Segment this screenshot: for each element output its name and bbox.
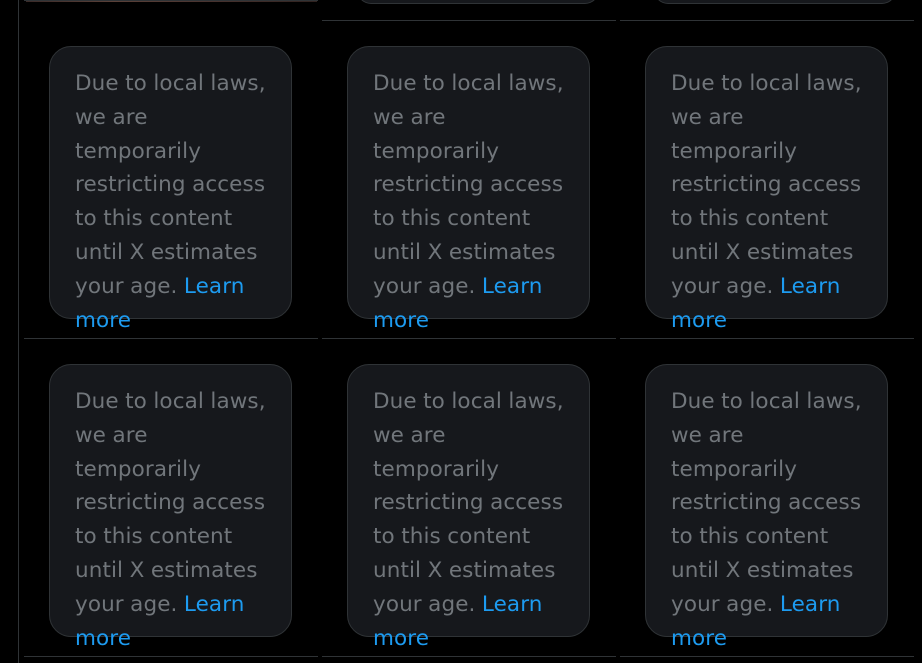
notice-message: Due to local laws, we are temporarily re… — [671, 71, 862, 299]
row-divider — [322, 656, 616, 657]
grid-cell: Due to local laws, we are temporarily re… — [322, 20, 619, 338]
grid-cell: Due to local laws, we are temporarily re… — [24, 20, 321, 338]
notice-message: Due to local laws, we are temporarily re… — [75, 71, 266, 299]
grid-cell: Due to local laws, we are temporarily re… — [322, 338, 619, 656]
age-restriction-notice: Due to local laws, we are temporarily re… — [49, 364, 292, 651]
row-divider — [24, 656, 318, 657]
notice-message: Due to local laws, we are temporarily re… — [373, 71, 564, 299]
restricted-card-partial — [357, 0, 599, 4]
age-restriction-notice: Due to local laws, we are temporarily re… — [645, 46, 888, 333]
media-grid-view: Due to local laws, we are temporarily re… — [0, 0, 922, 663]
grid-cell: Due to local laws, we are temporarily re… — [620, 338, 917, 656]
notice-message: Due to local laws, we are temporarily re… — [671, 389, 862, 617]
age-restriction-notice: Due to local laws, we are temporarily re… — [645, 364, 888, 651]
grid-cell: Due to local laws, we are temporarily re… — [24, 338, 321, 656]
age-restriction-notice: Due to local laws, we are temporarily re… — [347, 46, 590, 333]
media-grid: Due to local laws, we are temporarily re… — [24, 0, 914, 663]
age-restriction-notice: Due to local laws, we are temporarily re… — [49, 46, 292, 333]
row-divider — [24, 0, 318, 1]
column-divider — [18, 0, 19, 663]
notice-message: Due to local laws, we are temporarily re… — [75, 389, 266, 617]
grid-cell: Due to local laws, we are temporarily re… — [620, 20, 917, 338]
restricted-card-partial — [654, 0, 896, 4]
notice-message: Due to local laws, we are temporarily re… — [373, 389, 564, 617]
row-divider — [620, 656, 914, 657]
age-restriction-notice: Due to local laws, we are temporarily re… — [347, 364, 590, 651]
